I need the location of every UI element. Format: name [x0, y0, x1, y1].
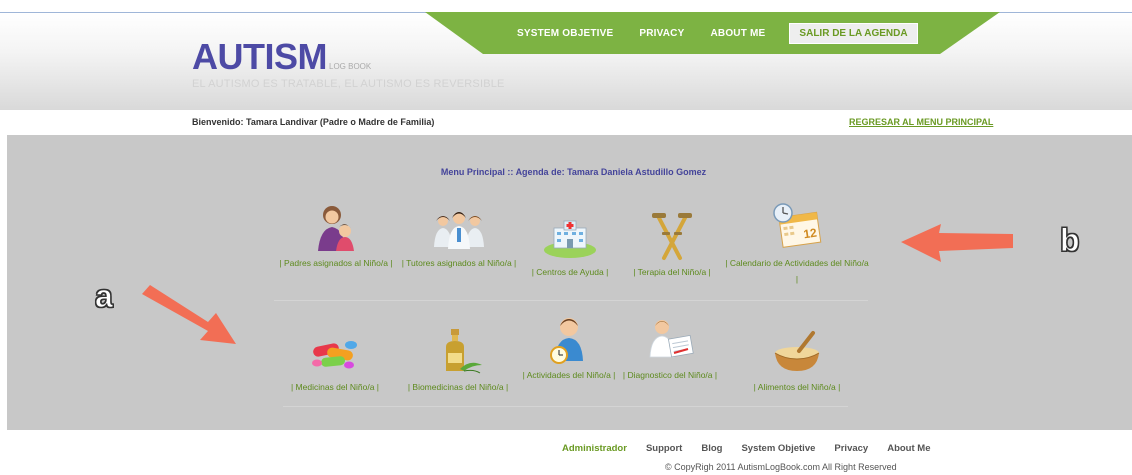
tile-calendar-label: | Calendario de Actividades del Niño/a |: [725, 258, 869, 284]
tile-therapy-label: | Terapia del Niño/a |: [633, 267, 711, 277]
food-bowl-icon: [774, 331, 820, 371]
nav-about-me[interactable]: ABOUT ME: [710, 28, 765, 39]
footer-link-about-me[interactable]: About Me: [887, 443, 930, 454]
tile-parents[interactable]: | Padres asignados al Niño/a |: [274, 201, 398, 271]
top-nav: SYSTEM OBJETIVE PRIVACY ABOUT ME SALIR D…: [517, 22, 918, 44]
row1-divider: [274, 300, 868, 301]
exit-agenda-button[interactable]: SALIR DE LA AGENDA: [789, 22, 918, 44]
footer-link-blog[interactable]: Blog: [701, 443, 722, 454]
annotation-label-b: b: [1060, 222, 1081, 259]
tutors-icon: [434, 212, 484, 249]
footer-nav: Administrador Support Blog System Objeti…: [562, 443, 949, 454]
footer-link-support[interactable]: Support: [646, 443, 682, 454]
tile-activities[interactable]: | Actividades del Niño/a |: [518, 313, 620, 383]
child-clock-icon: [550, 318, 583, 364]
parents-icon: [318, 206, 354, 251]
tile-help-centers[interactable]: | Centros de Ayuda |: [520, 210, 620, 280]
annotation-label-a: a: [95, 278, 114, 315]
tile-diagnosis-label: | Diagnostico del Niño/a |: [622, 370, 718, 380]
tile-biomedicines-label: | Biomedicinas del Niño/a |: [407, 382, 509, 392]
tile-tutors-label: | Tutores asignados al Niño/a |: [401, 258, 517, 268]
tile-medicines-label: | Medicinas del Niño/a |: [290, 382, 380, 392]
tile-parents-label: | Padres asignados al Niño/a |: [279, 258, 393, 268]
tile-calendar[interactable]: 12 | Calendario de Actividades del Niño/…: [724, 201, 870, 287]
footer-link-administrador[interactable]: Administrador: [562, 443, 627, 454]
nav-system-objetive[interactable]: SYSTEM OBJETIVE: [517, 28, 613, 39]
logo-sub-text: LOG BOOK: [329, 62, 372, 71]
nav-privacy[interactable]: PRIVACY: [639, 28, 684, 39]
tile-tutors[interactable]: | Tutores asignados al Niño/a |: [398, 201, 520, 271]
herbal-bottle-icon: [446, 329, 482, 374]
arrow-a-annotation: [142, 285, 236, 344]
footer-link-system-objetive[interactable]: System Objetive: [741, 443, 815, 454]
arrow-b-annotation: [901, 224, 1013, 262]
tile-therapy[interactable]: | Terapia del Niño/a |: [620, 210, 724, 280]
page: SYSTEM OBJETIVE PRIVACY ABOUT ME SALIR D…: [0, 0, 1132, 475]
calendar-icon: 12: [773, 203, 822, 248]
row2-divider: [283, 406, 848, 407]
pills-icon: [312, 341, 357, 369]
tile-food[interactable]: | Alimentos del Niño/a |: [746, 325, 848, 395]
crutches-icon: [652, 213, 692, 260]
footer-link-privacy[interactable]: Privacy: [834, 443, 868, 454]
svg-text:12: 12: [803, 226, 818, 242]
help-center-icon: [544, 220, 596, 258]
back-to-main-menu-link[interactable]: REGRESAR AL MENU PRINCIPAL: [849, 117, 993, 127]
tile-medicines[interactable]: | Medicinas del Niño/a |: [283, 325, 387, 395]
copyright-text: © CopyRigh 2011 AutismLogBook.com All Ri…: [665, 462, 897, 472]
logo-main-text: AUTISM: [192, 36, 328, 77]
tile-biomedicines[interactable]: | Biomedicinas del Niño/a |: [400, 325, 516, 395]
logo[interactable]: AUTISM LOG BOOK: [192, 36, 371, 78]
welcome-message: Bienvenido: Tamara Landivar (Padre o Mad…: [192, 117, 435, 127]
menu-title: Menu Principal :: Agenda de: Tamara Dani…: [440, 167, 707, 177]
tile-diagnosis[interactable]: | Diagnostico del Niño/a |: [620, 313, 720, 383]
tile-food-label: | Alimentos del Niño/a |: [753, 382, 841, 392]
tagline: EL AUTISMO ES TRATABLE, EL AUTISMO ES RE…: [192, 78, 505, 90]
tile-activities-label: | Actividades del Niño/a |: [522, 370, 616, 380]
doctor-diagnosis-icon: [649, 320, 694, 358]
tile-help-centers-label: | Centros de Ayuda |: [531, 267, 609, 277]
